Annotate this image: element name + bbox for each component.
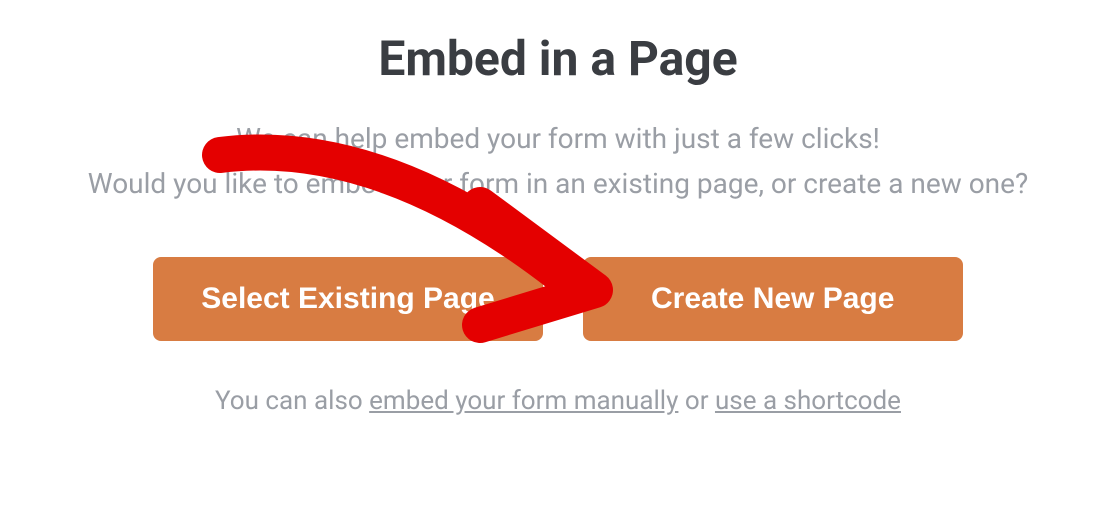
button-row: Select Existing Page Create New Page	[153, 257, 962, 341]
use-shortcode-link[interactable]: use a shortcode	[715, 386, 901, 416]
select-existing-page-button[interactable]: Select Existing Page	[153, 257, 542, 341]
description-text: We can help embed your form with just a …	[88, 117, 1028, 207]
create-new-page-button[interactable]: Create New Page	[583, 257, 963, 341]
footer-prefix: You can also	[215, 386, 369, 416]
page-title: Embed in a Page	[378, 30, 737, 87]
description-line-1: We can help embed your form with just a …	[236, 122, 880, 155]
footer-text: You can also embed your form manually or…	[215, 386, 901, 416]
footer-middle: or	[678, 386, 715, 416]
embed-manually-link[interactable]: embed your form manually	[369, 386, 678, 416]
description-line-2: Would you like to embed your form in an …	[88, 167, 1028, 200]
